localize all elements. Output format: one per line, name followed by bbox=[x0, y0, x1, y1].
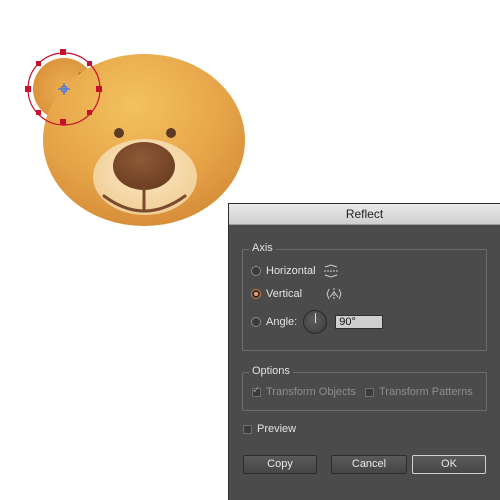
vertical-reflect-icon bbox=[326, 288, 342, 300]
angle-label[interactable]: Angle: bbox=[266, 316, 297, 328]
horizontal-radio-row[interactable]: Horizontal bbox=[251, 264, 339, 278]
angle-input[interactable]: 90° bbox=[335, 315, 384, 329]
horizontal-label[interactable]: Horizontal bbox=[266, 265, 316, 277]
horizontal-radio[interactable] bbox=[251, 266, 261, 276]
axis-legend: Axis bbox=[249, 242, 276, 254]
copy-button[interactable]: Copy bbox=[243, 455, 317, 474]
transform-objects-label[interactable]: Transform Objects bbox=[266, 386, 356, 398]
dialog-title[interactable]: Reflect bbox=[229, 204, 500, 225]
transform-patterns-checkbox[interactable] bbox=[365, 387, 374, 397]
angle-radio-row[interactable]: Angle: 90° bbox=[251, 310, 384, 334]
vertical-radio-row[interactable]: Vertical bbox=[251, 287, 342, 301]
vertical-radio[interactable] bbox=[251, 289, 261, 299]
transform-patterns-row[interactable]: Transform Patterns bbox=[365, 386, 473, 398]
angle-dial[interactable] bbox=[303, 310, 328, 334]
ok-button[interactable]: OK bbox=[412, 455, 486, 474]
transform-objects-checkbox[interactable] bbox=[252, 385, 261, 397]
bear-eye-right bbox=[166, 128, 176, 138]
transform-patterns-label[interactable]: Transform Patterns bbox=[379, 386, 473, 398]
preview-row[interactable]: Preview bbox=[243, 423, 296, 435]
transform-objects-row[interactable]: Transform Objects bbox=[252, 385, 356, 398]
angle-radio[interactable] bbox=[251, 317, 261, 327]
preview-label[interactable]: Preview bbox=[257, 423, 296, 435]
preview-checkbox[interactable] bbox=[243, 424, 252, 434]
bear-eye-left bbox=[114, 128, 124, 138]
vertical-label[interactable]: Vertical bbox=[266, 288, 302, 300]
bear-nose bbox=[113, 142, 175, 190]
reflect-dialog: Reflect Axis Horizontal Vertical Angle: … bbox=[228, 203, 500, 500]
cancel-button[interactable]: Cancel bbox=[331, 455, 407, 474]
horizontal-reflect-icon bbox=[323, 264, 338, 278]
options-legend: Options bbox=[249, 365, 293, 377]
